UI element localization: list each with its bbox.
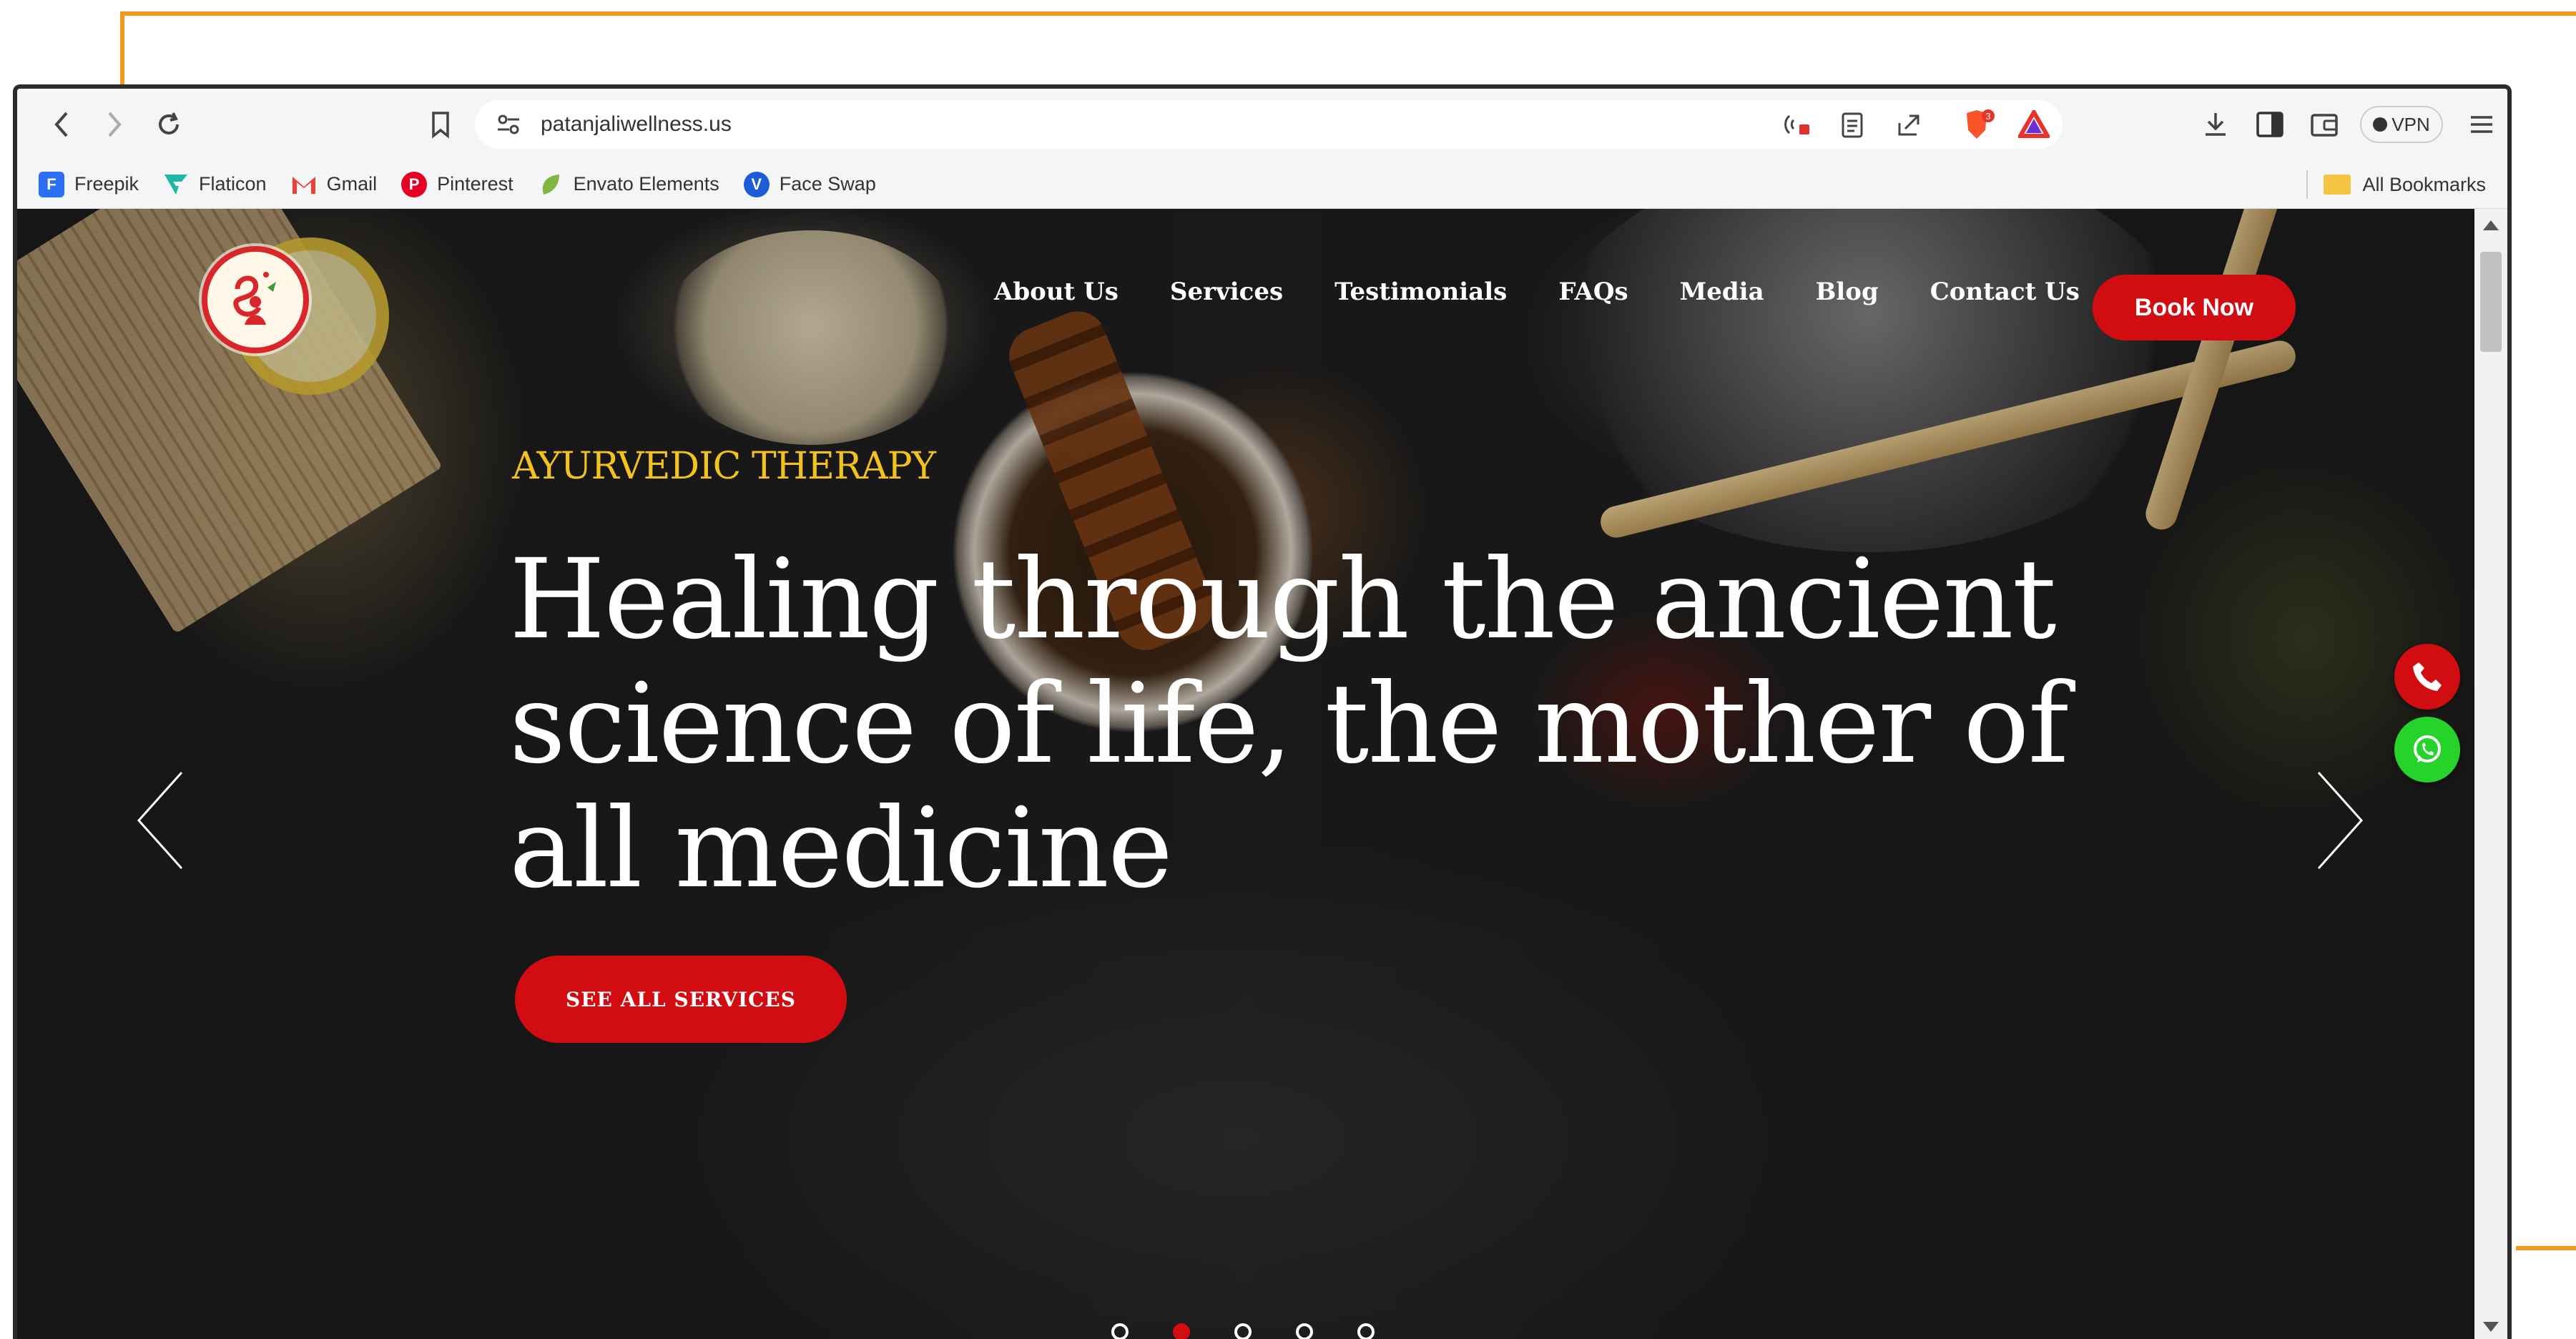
bookmark-faceswap[interactable]: V Face Swap: [743, 171, 876, 197]
vpn-label: VPN: [2391, 113, 2430, 135]
slider-dots: [1111, 1323, 1375, 1339]
divider: [2306, 170, 2309, 199]
browser-toolbar: patanjaliwellness.us 3 VPN: [17, 89, 2507, 160]
bookmark-label: Freepik: [74, 173, 139, 195]
orange-decor-top: [120, 11, 2576, 16]
nav-faqs[interactable]: FAQs: [1558, 278, 1628, 306]
call-button[interactable]: [2394, 644, 2460, 710]
nav-services[interactable]: Services: [1170, 278, 1283, 306]
bookmark-flaticon[interactable]: Flaticon: [163, 172, 267, 197]
bookmarks-bar: F Freepik Flaticon Gmail P Pinterest Env…: [17, 160, 2507, 209]
orange-decor-right: [2516, 1246, 2576, 1250]
site-settings-icon[interactable]: [496, 113, 521, 139]
faceswap-icon: V: [743, 171, 770, 197]
back-icon[interactable]: [43, 106, 80, 143]
slider-prev-arrow[interactable]: [130, 767, 195, 874]
bookmark-label: Envato Elements: [573, 173, 719, 195]
hero-headline: Healing through the ancient science of l…: [509, 536, 2069, 913]
reader-mode-icon[interactable]: [1841, 112, 1864, 142]
flaticon-icon: [163, 172, 189, 197]
broadcast-icon[interactable]: [1784, 112, 1812, 141]
orange-decor-left: [120, 11, 124, 86]
envato-icon: [538, 172, 564, 197]
brave-shields-icon[interactable]: 3: [1962, 109, 1998, 145]
gmail-icon: [291, 172, 317, 197]
sidebar-icon[interactable]: [2251, 106, 2289, 143]
whatsapp-button[interactable]: [2394, 717, 2460, 783]
site-logo[interactable]: [202, 246, 309, 353]
nav-testimonials[interactable]: Testimonials: [1334, 278, 1507, 306]
screenshot-frame: patanjaliwellness.us 3 VPN F Freepik Fla…: [0, 0, 2576, 1339]
slider-dot-2[interactable]: [1173, 1323, 1190, 1339]
all-bookmarks[interactable]: All Bookmarks: [2306, 170, 2486, 199]
scroll-down-arrow-icon[interactable]: [2483, 1322, 2499, 1332]
folder-icon: [2324, 175, 2351, 195]
phone-icon: [2413, 662, 2442, 691]
vpn-icon: [2373, 117, 2388, 132]
forward-icon[interactable]: [96, 106, 133, 143]
page-scrollbar[interactable]: [2474, 209, 2507, 1339]
slider-dot-3[interactable]: [1234, 1323, 1252, 1339]
url-text[interactable]: patanjaliwellness.us: [541, 112, 732, 137]
nav-media[interactable]: Media: [1680, 278, 1764, 306]
all-bookmarks-label: All Bookmarks: [2362, 173, 2486, 195]
nav-blog[interactable]: Blog: [1816, 278, 1879, 306]
wallet-icon[interactable]: [2306, 106, 2343, 143]
slider-dot-4[interactable]: [1296, 1323, 1313, 1339]
chevron-left-icon: [137, 771, 183, 870]
scroll-thumb[interactable]: [2480, 252, 2502, 352]
bookmark-label: Gmail: [326, 173, 378, 195]
reload-icon[interactable]: [150, 106, 187, 143]
vpn-button[interactable]: VPN: [2360, 106, 2443, 143]
bookmark-pinterest[interactable]: P Pinterest: [401, 171, 513, 197]
see-all-services-button[interactable]: SEE ALL SERVICES: [515, 956, 847, 1043]
brave-rewards-icon[interactable]: [2016, 107, 2052, 142]
om-meditation-icon: [220, 264, 291, 335]
whatsapp-icon: [2414, 735, 2441, 762]
pinterest-icon: P: [401, 171, 428, 197]
bookmark-label: Face Swap: [779, 173, 876, 195]
share-icon[interactable]: [1895, 110, 1924, 142]
scroll-up-arrow-icon[interactable]: [2483, 220, 2499, 230]
bookmark-page-icon[interactable]: [422, 106, 459, 143]
book-now-button[interactable]: Book Now: [2093, 275, 2296, 340]
main-nav: About Us Services Testimonials FAQs Medi…: [994, 278, 2131, 306]
bookmark-gmail[interactable]: Gmail: [291, 172, 378, 197]
page-viewport: About Us Services Testimonials FAQs Medi…: [17, 209, 2474, 1339]
bookmark-label: Pinterest: [437, 173, 513, 195]
svg-text:3: 3: [1985, 111, 1990, 122]
slider-dot-5[interactable]: [1357, 1323, 1375, 1339]
slider-dot-1[interactable]: [1111, 1323, 1129, 1339]
nav-about-us[interactable]: About Us: [994, 278, 1119, 306]
bookmark-label: Flaticon: [199, 173, 267, 195]
freepik-icon: F: [39, 171, 64, 197]
address-bar[interactable]: patanjaliwellness.us 3: [475, 100, 2063, 149]
bookmark-freepik[interactable]: F Freepik: [39, 171, 139, 197]
bookmark-envato[interactable]: Envato Elements: [538, 172, 719, 197]
menu-icon[interactable]: [2463, 106, 2500, 143]
nav-contact-us[interactable]: Contact Us: [1930, 278, 2080, 306]
slider-next-arrow[interactable]: [2306, 767, 2370, 874]
browser-window: patanjaliwellness.us 3 VPN F Freepik Fla…: [13, 84, 2512, 1339]
hero-kicker: AYURVEDIC THERAPY: [512, 445, 936, 488]
download-icon[interactable]: [2197, 106, 2234, 143]
chevron-right-icon: [2317, 771, 2364, 870]
